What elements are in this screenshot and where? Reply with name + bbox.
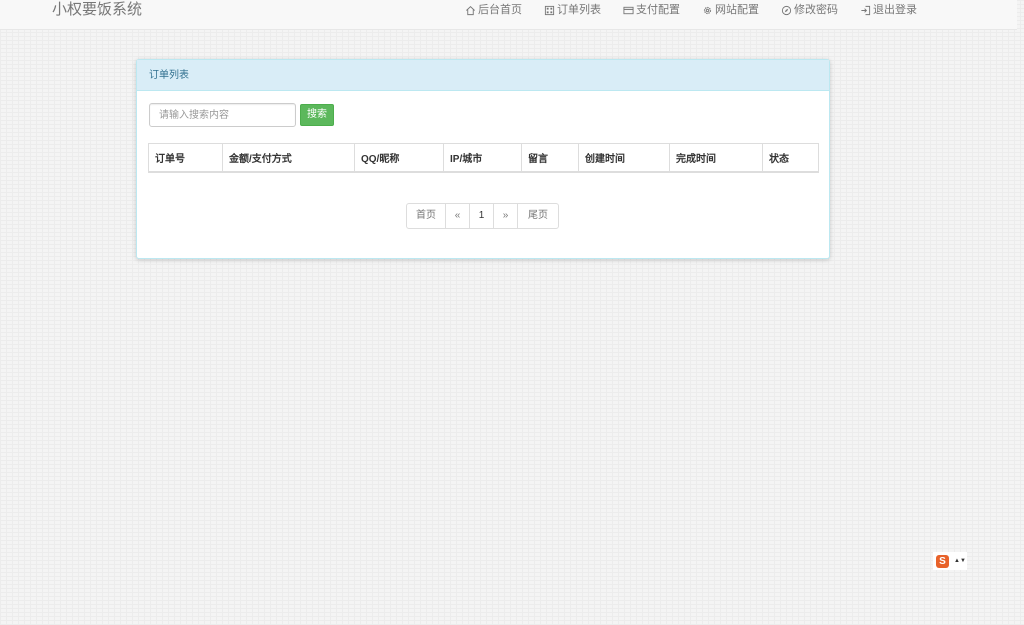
nav-item-logout[interactable]: 退出登录 — [860, 2, 917, 18]
gear-icon — [702, 5, 713, 16]
brand-title[interactable]: 小权要饭系统 — [52, 1, 142, 19]
nav-item-orders[interactable]: 订单列表 — [544, 2, 601, 18]
nav-item-payment[interactable]: 支付配置 — [623, 2, 680, 18]
page-last-button[interactable]: 尾页 — [517, 203, 559, 229]
updown-arrows-icon[interactable]: ▲▼ — [954, 558, 966, 564]
compass-icon — [781, 5, 792, 16]
column-header-qq[interactable]: QQ/昵称 — [354, 143, 444, 173]
column-header-completed[interactable]: 完成时间 — [669, 143, 763, 173]
nav-item-label: 修改密码 — [794, 4, 838, 16]
home-icon — [465, 5, 476, 16]
page-current[interactable]: 1 — [469, 203, 494, 229]
nav-item-label: 后台首页 — [478, 4, 522, 16]
floating-widget[interactable]: S ▲▼ — [933, 552, 967, 570]
column-header-amount[interactable]: 金额/支付方式 — [222, 143, 355, 173]
search-bar: 搜索 — [149, 103, 334, 127]
page-first-button[interactable]: 首页 — [406, 203, 446, 229]
column-header-status[interactable]: 状态 — [762, 143, 819, 173]
search-input[interactable] — [149, 103, 296, 127]
nav-item-label: 支付配置 — [636, 4, 680, 16]
column-header-created[interactable]: 创建时间 — [578, 143, 670, 173]
column-header-ip[interactable]: IP/城市 — [443, 143, 522, 173]
logout-icon — [860, 5, 871, 16]
card-icon — [623, 5, 634, 16]
order-list-panel: 订单列表 搜索 订单号 金额/支付方式 QQ/昵称 IP/城市 留言 创建时间 … — [136, 59, 830, 259]
nav-item-label: 订单列表 — [557, 4, 601, 16]
column-header-message[interactable]: 留言 — [521, 143, 579, 173]
search-button[interactable]: 搜索 — [300, 104, 334, 126]
page-prev-button[interactable]: « — [445, 203, 470, 229]
table-header-row: 订单号 金额/支付方式 QQ/昵称 IP/城市 留言 创建时间 完成时间 状态 — [148, 143, 819, 173]
column-header-order-no[interactable]: 订单号 — [148, 143, 223, 173]
nav-item-home[interactable]: 后台首页 — [465, 2, 522, 18]
s-logo-icon: S — [936, 554, 949, 568]
panel-title: 订单列表 — [137, 60, 829, 91]
list-icon — [544, 5, 555, 16]
nav-item-label: 退出登录 — [873, 4, 917, 16]
top-nav: 后台首页 订单列表 支付配置 网站配置 修改密码 退出登录 — [465, 2, 939, 18]
nav-item-label: 网站配置 — [715, 4, 759, 16]
top-navbar: 小权要饭系统 后台首页 订单列表 支付配置 网站配置 修改密码 退出登录 — [0, 0, 1017, 30]
pagination: 首页 « 1 » 尾页 — [406, 203, 559, 229]
nav-item-change-password[interactable]: 修改密码 — [781, 2, 838, 18]
page-next-button[interactable]: » — [493, 203, 518, 229]
nav-item-site-config[interactable]: 网站配置 — [702, 2, 759, 18]
orders-table: 订单号 金额/支付方式 QQ/昵称 IP/城市 留言 创建时间 完成时间 状态 — [148, 143, 819, 173]
